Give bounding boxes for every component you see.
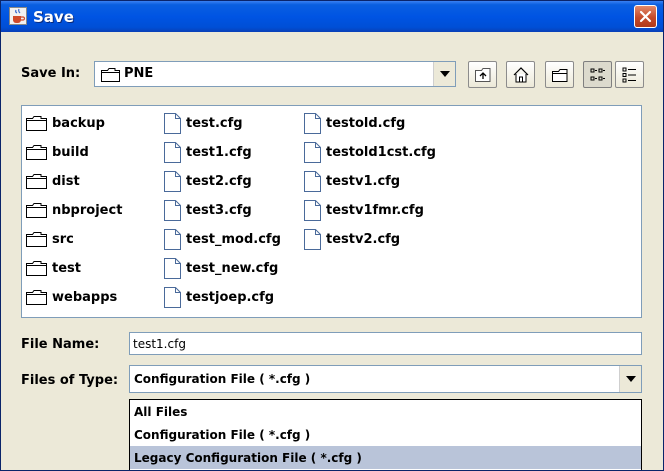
window-title: Save: [33, 8, 74, 26]
files-of-type-dropdown-arrow[interactable]: [619, 366, 641, 392]
item-label: dist: [52, 173, 80, 189]
chevron-down-icon: [626, 376, 636, 382]
item-label: build: [52, 144, 89, 160]
file-name-label: File Name:: [21, 337, 100, 352]
list-view-button[interactable]: [583, 61, 612, 88]
files-of-type-dropdown-list: All Files Configuration File ( *.cfg ) Leg…: [129, 399, 642, 470]
save-in-value: PNE: [124, 66, 154, 81]
item-label: test.cfg: [186, 115, 243, 131]
file-icon: [304, 228, 321, 250]
file-icon: [304, 199, 321, 221]
folder-icon: [101, 68, 120, 82]
file-icon: [164, 199, 181, 221]
folder-item[interactable]: build: [26, 141, 89, 163]
file-icon: [164, 286, 181, 308]
item-label: testold.cfg: [326, 115, 406, 131]
dropdown-option[interactable]: Configuration File ( *.cfg ): [130, 423, 641, 446]
chevron-down-icon: [440, 71, 450, 77]
folder-item[interactable]: src: [26, 228, 74, 250]
file-item[interactable]: test1.cfg: [164, 141, 252, 163]
home-icon: [513, 67, 529, 83]
file-icon: [304, 170, 321, 192]
dropdown-option[interactable]: All Files: [130, 400, 641, 423]
item-label: testv1.cfg: [326, 173, 401, 189]
close-icon: [639, 10, 652, 23]
save-in-combo[interactable]: PNE: [94, 61, 456, 87]
file-item[interactable]: test3.cfg: [164, 199, 252, 221]
folder-item[interactable]: dist: [26, 170, 80, 192]
item-label: backup: [52, 115, 105, 131]
list-view-icon: [590, 68, 605, 81]
item-label: test3.cfg: [186, 202, 252, 218]
folder-icon: [26, 202, 47, 218]
folder-icon: [26, 115, 47, 131]
item-label: src: [52, 231, 74, 247]
up-one-level-icon: [475, 68, 491, 82]
item-label: testv2.cfg: [326, 231, 401, 247]
item-label: nbproject: [52, 202, 123, 218]
files-of-type-label: Files of Type:: [21, 373, 119, 388]
item-label: testjoep.cfg: [186, 289, 275, 305]
file-item[interactable]: testold1cst.cfg: [304, 141, 436, 163]
item-label: test_new.cfg: [186, 260, 279, 276]
java-cup-icon: [9, 7, 27, 25]
up-one-level-button[interactable]: [468, 61, 497, 88]
close-button[interactable]: [634, 5, 657, 28]
details-view-icon: [622, 67, 636, 83]
files-of-type-value: Configuration File ( *.cfg ): [134, 372, 311, 386]
new-folder-button[interactable]: [545, 61, 574, 88]
item-label: testv1fmr.cfg: [326, 202, 424, 218]
folder-icon: [26, 260, 47, 276]
item-label: test1.cfg: [186, 144, 252, 160]
folder-icon: [26, 289, 47, 305]
file-item[interactable]: test.cfg: [164, 112, 243, 134]
file-item[interactable]: testold.cfg: [304, 112, 405, 134]
item-label: test_mod.cfg: [186, 231, 281, 247]
new-folder-icon: [552, 69, 568, 82]
file-name-value: test1.cfg: [133, 336, 186, 351]
file-icon: [164, 112, 181, 134]
file-item[interactable]: test_new.cfg: [164, 257, 278, 279]
file-list-panel[interactable]: backup build dist nbproject src test webapps te…: [21, 105, 642, 318]
home-button[interactable]: [506, 61, 535, 88]
file-item[interactable]: testjoep.cfg: [164, 286, 274, 308]
folder-icon: [26, 144, 47, 160]
folder-item[interactable]: backup: [26, 112, 105, 134]
file-item[interactable]: test_mod.cfg: [164, 228, 281, 250]
folder-item[interactable]: webapps: [26, 286, 117, 308]
file-item[interactable]: test2.cfg: [164, 170, 252, 192]
folder-icon: [26, 231, 47, 247]
file-icon: [304, 141, 321, 163]
file-icon: [164, 170, 181, 192]
file-icon: [304, 112, 321, 134]
details-view-button[interactable]: [615, 61, 644, 88]
file-item[interactable]: testv1fmr.cfg: [304, 199, 424, 221]
item-label: test2.cfg: [186, 173, 252, 189]
save-in-dropdown-arrow[interactable]: [433, 62, 455, 86]
file-icon: [164, 141, 181, 163]
title-bar[interactable]: Save: [1, 1, 663, 32]
file-icon: [164, 257, 181, 279]
file-icon: [164, 228, 181, 250]
folder-item[interactable]: nbproject: [26, 199, 122, 221]
folder-icon: [26, 173, 47, 189]
item-label: test: [52, 260, 81, 276]
folder-item[interactable]: test: [26, 257, 81, 279]
file-item[interactable]: testv1.cfg: [304, 170, 400, 192]
file-name-input[interactable]: test1.cfg: [129, 332, 642, 355]
files-of-type-combo[interactable]: Configuration File ( *.cfg ): [129, 365, 642, 393]
item-label: webapps: [52, 289, 118, 305]
dropdown-option[interactable]: Legacy Configuration File ( *.cfg ): [130, 446, 641, 469]
save-in-label: Save In:: [21, 66, 81, 81]
item-label: testold1cst.cfg: [326, 144, 436, 160]
file-item[interactable]: testv2.cfg: [304, 228, 400, 250]
save-dialog: Save Save In: PNE backup build dist nbpr…: [0, 0, 664, 471]
